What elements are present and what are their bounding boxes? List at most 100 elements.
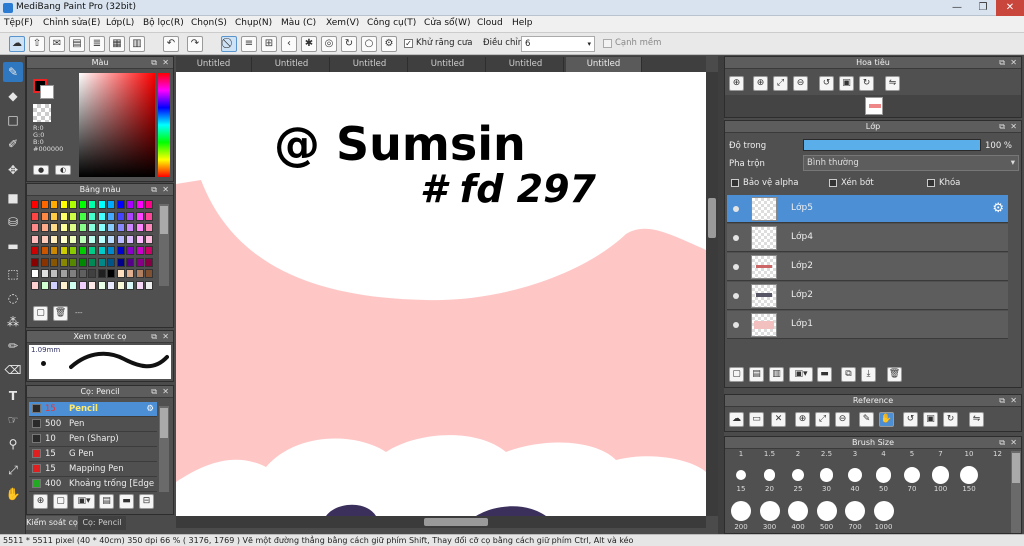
menu-snap[interactable]: Chụp(N)	[235, 18, 272, 28]
palette-swatch[interactable]	[126, 257, 134, 267]
palette-swatch[interactable]	[40, 246, 49, 255]
palette-swatch[interactable]	[31, 280, 39, 290]
palette-swatch[interactable]	[116, 257, 125, 267]
grid-icon[interactable]: ▦	[109, 36, 125, 52]
brush-list-scrollbar[interactable]	[159, 406, 169, 492]
eyedropper-icon[interactable]: ✎	[859, 412, 874, 427]
document-tab[interactable]: Untitled	[566, 57, 642, 72]
gradient-tool-icon[interactable]: ▬	[3, 236, 23, 256]
eyedropper-tool-icon[interactable]: ⚲	[3, 434, 23, 454]
brush-size-dot[interactable]	[759, 501, 780, 521]
lasso-tool-icon[interactable]: ◌	[3, 288, 23, 308]
brush-tool-icon[interactable]: ✎	[3, 62, 23, 82]
palette-swatch[interactable]	[78, 223, 87, 232]
palette-swatch[interactable]	[107, 280, 115, 290]
visibility-icon[interactable]	[733, 206, 739, 212]
layer-menu-icon[interactable]: ▣▾	[789, 367, 813, 382]
document-tab[interactable]: Untitled	[176, 57, 252, 72]
palette-swatch[interactable]	[107, 234, 115, 244]
new-layer-icon[interactable]: ▢	[729, 367, 744, 382]
palette-swatch[interactable]	[135, 223, 144, 232]
smooth-edge-checkbox[interactable]	[603, 39, 612, 48]
maximize-button[interactable]: ❐	[970, 0, 996, 16]
brush-size-dot[interactable]	[847, 467, 863, 483]
menu-layer[interactable]: Lớp(L)	[106, 18, 134, 28]
palette-swatch[interactable]	[59, 280, 68, 290]
close-icon[interactable]: ✕	[162, 331, 169, 343]
saturation-value-picker[interactable]	[79, 73, 155, 177]
curve-snap-icon[interactable]: ↻	[341, 36, 357, 52]
select-eraser-tool-icon[interactable]: ⌫	[3, 360, 23, 380]
layer-row[interactable]: Lớp2	[727, 282, 1008, 310]
brush-size-dot[interactable]	[959, 465, 979, 485]
rotate-right-icon[interactable]: ↻	[859, 76, 874, 91]
zoom-out-icon[interactable]: ⊖	[835, 412, 850, 427]
brush-size-dot[interactable]	[731, 501, 751, 521]
magic-wand-tool-icon[interactable]: ⁂	[3, 312, 23, 332]
palette-swatch[interactable]	[59, 269, 68, 278]
menu-tools[interactable]: Công cụ(T)	[367, 18, 416, 28]
duplicate-layer-icon[interactable]: ⧉	[841, 367, 856, 382]
document-icon[interactable]: ▥	[129, 36, 145, 52]
undock-icon[interactable]: ⧉	[999, 57, 1005, 69]
eraser-tool-icon[interactable]: ◆	[3, 86, 23, 106]
palette-swatch[interactable]	[145, 280, 153, 290]
palette-swatch[interactable]	[69, 200, 77, 209]
visibility-icon[interactable]	[733, 293, 739, 299]
parallel-snap-icon[interactable]: ≡	[241, 36, 257, 52]
brush-size-dot[interactable]	[873, 501, 894, 521]
palette-swatch[interactable]	[31, 211, 39, 221]
palette-swatch[interactable]	[126, 223, 134, 232]
close-icon[interactable]: ✕	[1010, 437, 1017, 449]
menu-filter[interactable]: Bộ lọc(R)	[143, 18, 184, 28]
palette-swatch[interactable]	[40, 269, 49, 278]
undock-icon[interactable]: ⧉	[151, 57, 157, 69]
zoom-in-icon[interactable]: ⊕	[753, 76, 768, 91]
palette-swatch[interactable]	[50, 246, 58, 255]
palette-swatch[interactable]	[88, 211, 96, 221]
hue-slider[interactable]	[158, 73, 170, 177]
reset-icon[interactable]: ▣	[839, 76, 854, 91]
palette-swatch[interactable]	[97, 200, 106, 209]
rect-fill-tool-icon[interactable]: ■	[3, 188, 23, 208]
snap-off-icon[interactable]: ⃠	[221, 36, 237, 52]
palette-swatch[interactable]	[40, 200, 49, 209]
list-icon[interactable]: ≣	[89, 36, 105, 52]
palette-swatch[interactable]	[88, 257, 96, 267]
add-brush-icon[interactable]: ⊕	[33, 494, 48, 509]
palette-swatch[interactable]	[50, 234, 58, 244]
copy-brush-icon[interactable]: ▤	[99, 494, 114, 509]
new-halftone-layer-icon[interactable]: ▤	[749, 367, 764, 382]
palette-swatch[interactable]	[116, 234, 125, 244]
document-tab[interactable]: Untitled	[488, 57, 564, 72]
palette-swatch[interactable]	[69, 257, 77, 267]
redo-icon[interactable]: ↷	[187, 36, 203, 52]
new-palette-icon[interactable]: ▢	[33, 306, 48, 321]
palette-swatch[interactable]	[145, 223, 153, 232]
palette-swatch[interactable]	[78, 269, 87, 278]
new-8bit-layer-icon[interactable]: ▥	[769, 367, 784, 382]
palette-swatch[interactable]	[40, 211, 49, 221]
palette-swatch[interactable]	[59, 223, 68, 232]
document-tab[interactable]: Untitled	[410, 57, 486, 72]
palette-swatch[interactable]	[59, 246, 68, 255]
vanishing-snap-icon[interactable]: ‹	[281, 36, 297, 52]
palette-swatch[interactable]	[88, 280, 96, 290]
page-icon[interactable]: ▤	[69, 36, 85, 52]
palette-swatch[interactable]	[135, 269, 144, 278]
cross-snap-icon[interactable]: ⊞	[261, 36, 277, 52]
palette-swatch[interactable]	[116, 280, 125, 290]
palette-swatch[interactable]	[145, 200, 153, 209]
select-pen-tool-icon[interactable]: ✏	[3, 336, 23, 356]
close-button[interactable]: ✕	[996, 0, 1024, 16]
close-icon[interactable]: ✕	[1010, 121, 1017, 133]
canvas-vscrollbar[interactable]	[706, 72, 718, 516]
palette-swatch[interactable]	[69, 234, 77, 244]
palette-swatch[interactable]	[116, 200, 125, 209]
palette-swatch[interactable]	[126, 200, 134, 209]
palette-swatch[interactable]	[69, 269, 77, 278]
palette-swatch[interactable]	[145, 257, 153, 267]
visibility-icon[interactable]	[733, 264, 739, 270]
fit-icon[interactable]: ⤢	[815, 412, 830, 427]
palette-swatch[interactable]	[107, 246, 115, 255]
